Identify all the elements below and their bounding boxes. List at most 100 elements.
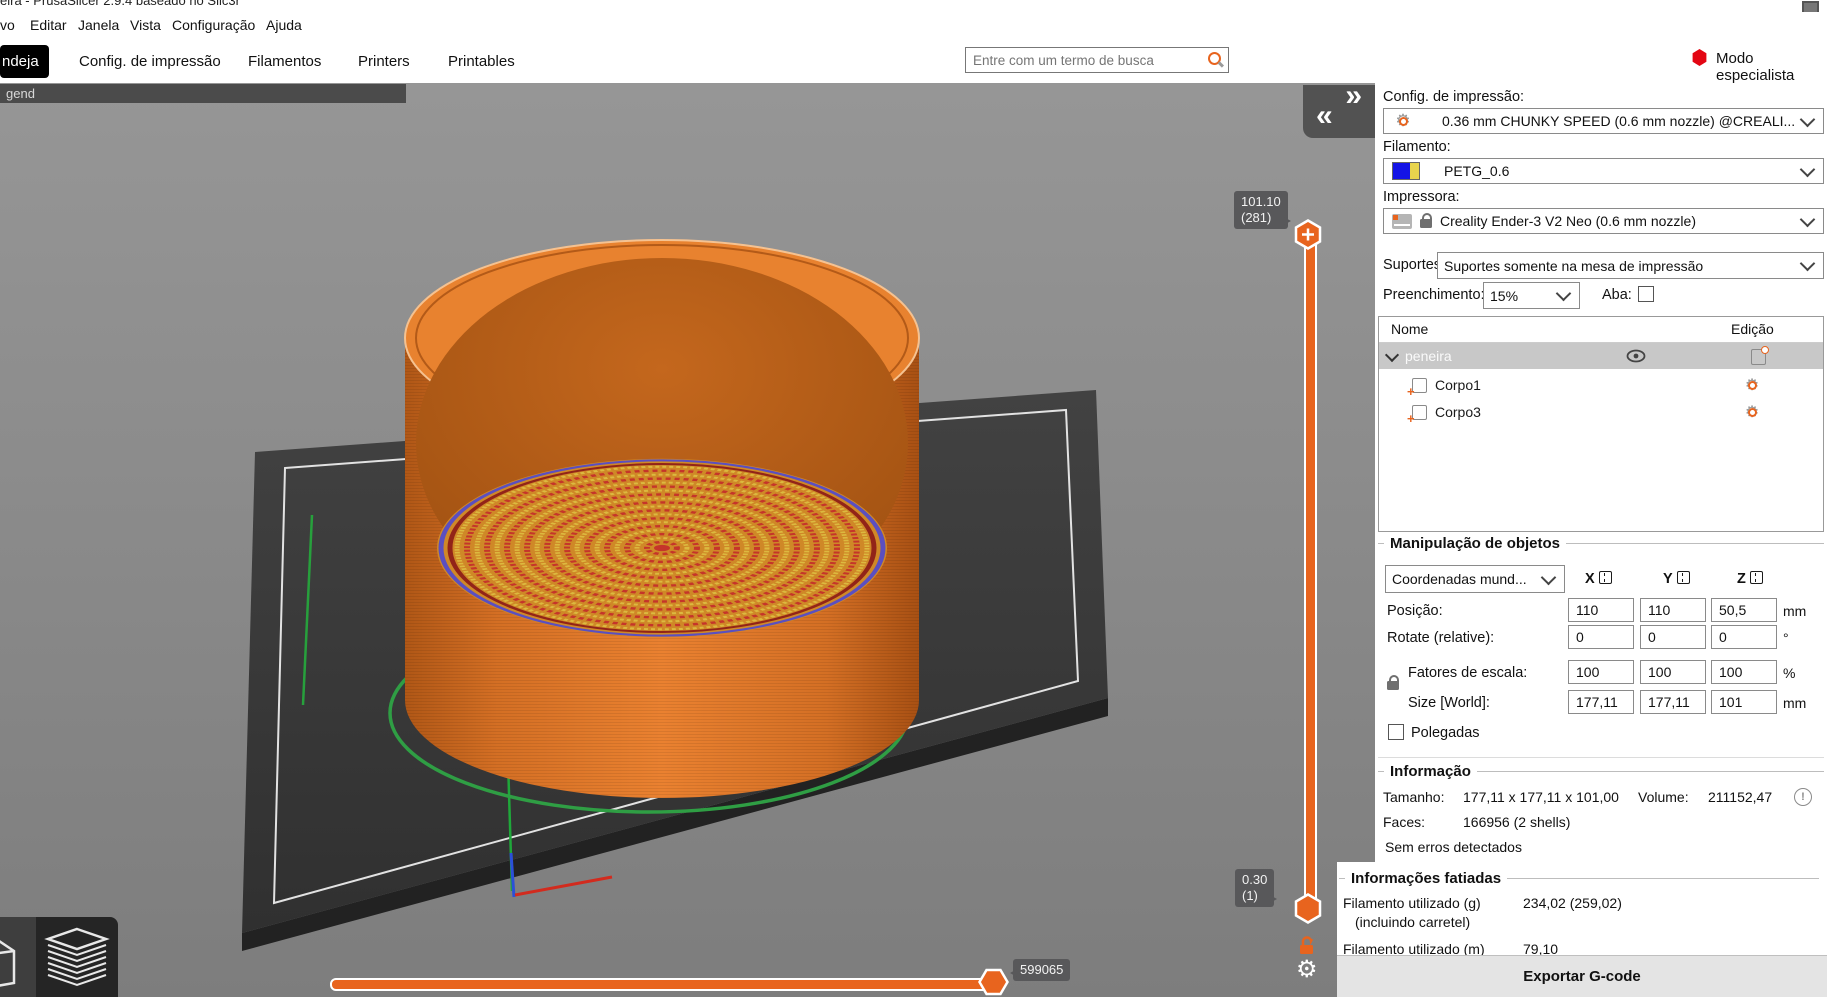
supports-label: Suportes:: [1383, 257, 1445, 273]
preset-gear-icon: ⚙: [1392, 109, 1414, 133]
coordinate-system-select[interactable]: Coordenadas mund...: [1385, 565, 1565, 593]
chevron-down-icon[interactable]: [1385, 347, 1399, 361]
window-control-icon[interactable]: [1802, 1, 1819, 12]
rotate-unit: °: [1783, 630, 1789, 646]
layer-slider-track[interactable]: [1304, 234, 1317, 912]
layer-range-unlock-icon[interactable]: [1297, 936, 1319, 956]
volume-info-icon[interactable]: !: [1794, 788, 1812, 806]
layer-slider-bottom-tooltip: 0.30 (1): [1235, 869, 1274, 907]
tree-row-object[interactable]: peneira: [1379, 343, 1823, 369]
menu-configuration[interactable]: Configuração: [172, 17, 255, 33]
layer-slider-bottom-handle[interactable]: [1294, 893, 1322, 924]
moves-slider-track[interactable]: [330, 978, 998, 991]
axis-y-header: Y: [1663, 571, 1690, 587]
position-x-input[interactable]: [1568, 598, 1634, 622]
axis-x-header: X: [1585, 571, 1612, 587]
slider-settings-gear-icon[interactable]: ⚙: [1296, 955, 1318, 984]
tab-print-settings[interactable]: Config. de impressão: [79, 47, 221, 76]
size-info-value: 177,11 x 177,11 x 101,00: [1463, 789, 1619, 805]
print-config-label: Config. de impressão:: [1383, 89, 1524, 105]
axis-frame-icon: [1677, 571, 1690, 584]
preview-view-button[interactable]: [36, 917, 118, 997]
brim-checkbox[interactable]: [1638, 286, 1654, 302]
scale-lock-icon[interactable]: [1387, 681, 1399, 690]
chevrons-right-icon: »: [1345, 83, 1362, 113]
tree-row-part[interactable]: Corpo1 ⚙: [1379, 372, 1823, 398]
position-label: Posição:: [1387, 603, 1443, 619]
tab-plater[interactable]: ndeja: [0, 45, 49, 78]
menu-view[interactable]: Vista: [130, 17, 161, 33]
chevrons-left-icon: «: [1316, 99, 1333, 133]
collapse-sidebar-button[interactable]: » «: [1303, 85, 1375, 138]
model-mesh-floor: [437, 459, 887, 637]
tree-row-part[interactable]: Corpo3 ⚙: [1379, 399, 1823, 425]
chevron-down-icon: [1556, 286, 1572, 302]
prusaslicer-window: eira - PrusaSlicer 2.9.4 baseado no Slic…: [0, 0, 1827, 997]
size-z-input[interactable]: [1711, 690, 1777, 714]
divider: [1378, 757, 1824, 758]
infill-select[interactable]: 15%: [1483, 282, 1580, 309]
including-spool-note: (incluindo carretel): [1355, 914, 1470, 930]
editor-view-button[interactable]: [0, 917, 36, 997]
chevron-down-icon: [1800, 211, 1816, 227]
search-input[interactable]: [966, 53, 1206, 68]
layers-icon: [36, 917, 118, 997]
print-config-select[interactable]: ⚙ 0.36 mm CHUNKY SPEED (0.6 mm nozzle) @…: [1383, 108, 1824, 134]
axis-frame-icon: [1750, 571, 1763, 584]
search-icon[interactable]: [1206, 51, 1224, 69]
tab-filaments[interactable]: Filamentos: [248, 47, 321, 76]
no-errors-text: Sem erros detectados: [1385, 839, 1522, 855]
part-settings-gear-icon[interactable]: ⚙: [1743, 375, 1761, 395]
expert-mode-label: Modo especialista: [1716, 50, 1827, 84]
size-y-input[interactable]: [1640, 690, 1706, 714]
inches-checkbox[interactable]: [1388, 724, 1404, 740]
position-y-input[interactable]: [1640, 598, 1706, 622]
menu-file[interactable]: vo: [0, 17, 15, 33]
scale-y-input[interactable]: [1640, 660, 1706, 684]
scale-x-input[interactable]: [1568, 660, 1634, 684]
rotate-y-input[interactable]: [1640, 625, 1706, 649]
search-box[interactable]: [965, 47, 1229, 73]
rotate-label: Rotate (relative):: [1387, 630, 1494, 646]
sliced-info-panel: Informações fatiadas Filamento utilizado…: [1337, 862, 1827, 997]
object-tree: Nome Edição peneira Corpo1 ⚙ Corpo3: [1378, 316, 1824, 532]
size-x-input[interactable]: [1568, 690, 1634, 714]
lock-icon: [1420, 219, 1432, 228]
tab-printables[interactable]: Printables: [448, 47, 515, 76]
manipulation-section-title: Manipulação de objetos: [1378, 535, 1824, 552]
tab-printers[interactable]: Printers: [358, 47, 410, 76]
menu-help[interactable]: Ajuda: [266, 17, 302, 33]
inches-label: Polegadas: [1411, 725, 1480, 741]
position-unit: mm: [1783, 603, 1806, 619]
size-info-label: Tamanho:: [1383, 789, 1444, 805]
part-cube-icon: [1412, 405, 1427, 420]
menu-edit[interactable]: Editar: [30, 17, 67, 33]
edit-object-icon[interactable]: [1751, 349, 1766, 365]
tab-bar: ndeja Config. de impressão Filamentos Pr…: [0, 40, 1827, 83]
faces-label: Faces:: [1383, 814, 1425, 830]
layer-slider-top-handle[interactable]: [1294, 219, 1322, 250]
model-cylinder[interactable]: [390, 233, 929, 812]
cube-icon: [0, 917, 36, 997]
filament-color-swatch: [1392, 162, 1420, 180]
faces-value: 166956 (2 shells): [1463, 814, 1570, 830]
printer-select[interactable]: Creality Ender-3 V2 Neo (0.6 mm nozzle): [1383, 208, 1824, 234]
filament-used-g-value: 234,02 (259,02): [1523, 895, 1622, 911]
eye-icon[interactable]: [1626, 349, 1646, 363]
supports-select[interactable]: Suportes somente na mesa de impressão: [1437, 252, 1824, 279]
rotate-z-input[interactable]: [1711, 625, 1777, 649]
filament-select[interactable]: PETG_0.6: [1383, 158, 1824, 184]
legend-bar[interactable]: gend: [0, 84, 406, 103]
position-z-input[interactable]: [1711, 598, 1777, 622]
export-gcode-button[interactable]: Exportar G-code: [1337, 955, 1827, 997]
scale-z-input[interactable]: [1711, 660, 1777, 684]
viewport-3d[interactable]: gend » « 101.10 (281) 0.30 (1) ⚙: [0, 83, 1375, 997]
infill-label: Preenchimento:: [1383, 287, 1485, 303]
viewport-3d-scene[interactable]: [0, 83, 1375, 997]
scale-label: Fatores de escala:: [1408, 665, 1527, 681]
rotate-x-input[interactable]: [1568, 625, 1634, 649]
scale-unit: %: [1783, 665, 1795, 681]
menu-window[interactable]: Janela: [78, 17, 119, 33]
part-settings-gear-icon[interactable]: ⚙: [1743, 402, 1761, 422]
volume-value: 211152,47: [1708, 789, 1772, 805]
